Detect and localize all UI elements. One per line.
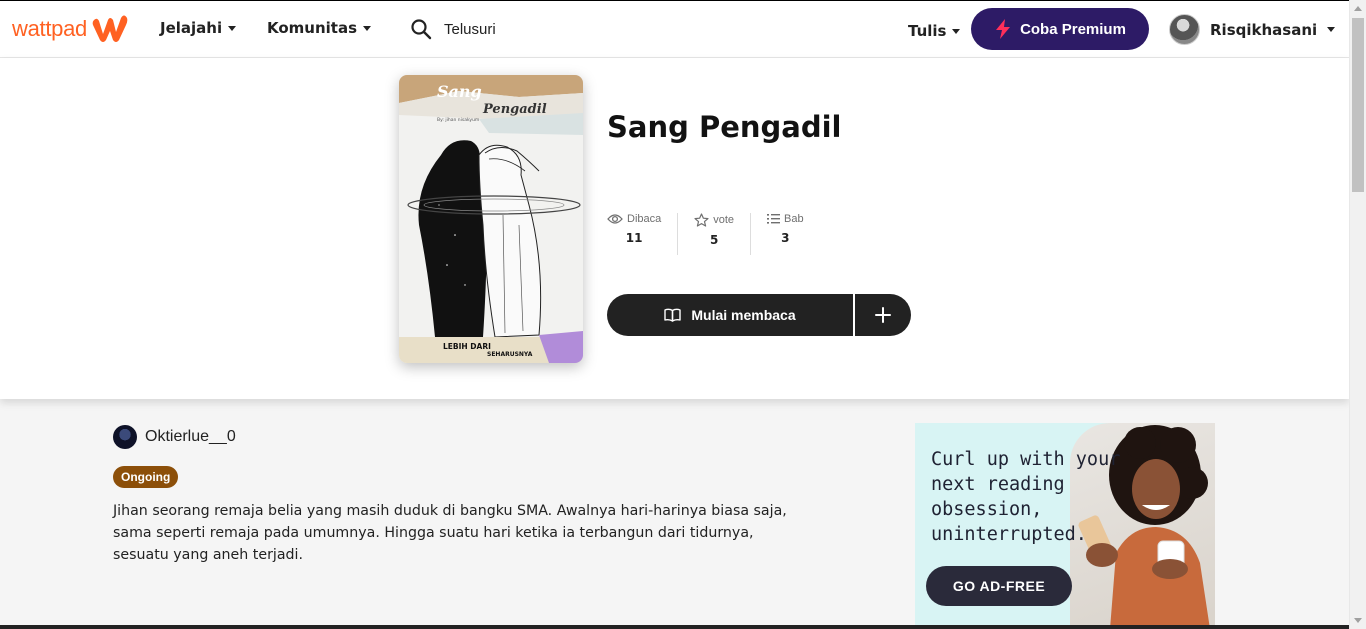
scroll-down-arrow-icon[interactable]	[1354, 618, 1362, 623]
stat-reads-label: Dibaca	[627, 213, 662, 225]
username: Risqikhasani	[1210, 20, 1318, 39]
cover-bottom-2: SEHARUSNYA	[487, 351, 533, 358]
stat-votes-label: vote	[713, 214, 735, 226]
user-avatar	[1169, 14, 1200, 45]
page-bottom-edge	[0, 625, 1349, 629]
brand-wordmark: wattpad	[12, 16, 87, 41]
author-avatar	[113, 425, 137, 449]
star-icon	[694, 213, 709, 227]
start-reading-label: Mulai membaca	[691, 307, 796, 323]
nav-write-label: Tulis	[908, 22, 947, 40]
wattpad-logo[interactable]: wattpad	[12, 14, 129, 44]
plus-icon	[875, 307, 891, 323]
stat-parts: Bab 3	[751, 213, 820, 255]
cover-byline: By: jihan nisakyum	[437, 117, 479, 123]
scroll-thumb[interactable]	[1352, 18, 1364, 192]
status-badge: Ongoing	[113, 466, 179, 488]
story-description: Jihan seorang remaja belia yang masih du…	[113, 503, 787, 563]
book-open-icon	[664, 308, 682, 322]
search-placeholder: Telusuri	[444, 20, 496, 38]
stat-reads: Dibaca 11	[607, 213, 679, 255]
story-header: Sang Pengadil By: jihan nisakyum LEBIH D…	[0, 58, 1349, 399]
story-author[interactable]: Oktierlue__0	[113, 425, 236, 449]
start-reading-button[interactable]: Mulai membaca	[607, 294, 853, 336]
user-menu[interactable]: Risqikhasani	[1169, 14, 1336, 45]
add-to-library-button[interactable]	[855, 294, 911, 336]
nav-community[interactable]: Komunitas	[267, 19, 372, 37]
lightning-icon	[996, 19, 1011, 39]
list-icon	[767, 214, 781, 224]
nav-explore-label: Jelajahi	[160, 19, 223, 37]
try-premium-button[interactable]: Coba Premium	[971, 8, 1149, 50]
story-cover[interactable]: Sang Pengadil By: jihan nisakyum LEBIH D…	[399, 75, 583, 363]
stat-parts-label: Bab	[784, 213, 804, 225]
nav-explore[interactable]: Jelajahi	[160, 19, 237, 37]
story-title: Sang Pengadil	[607, 110, 842, 144]
caret-down-icon	[228, 25, 237, 31]
stat-reads-value: 11	[625, 231, 643, 245]
caret-down-icon	[363, 25, 372, 31]
ad-banner[interactable]: Curl up with your next reading obsession…	[915, 423, 1215, 629]
cover-title-2: Pengadil	[482, 102, 547, 117]
search-icon	[411, 19, 432, 40]
scroll-up-arrow-icon[interactable]	[1354, 6, 1362, 11]
eye-icon	[607, 214, 623, 224]
ad-headline: Curl up with your next reading obsession…	[931, 449, 1121, 545]
caret-down-icon	[1327, 27, 1336, 32]
vertical-scrollbar[interactable]	[1349, 0, 1366, 629]
cover-artwork: Sang Pengadil By: jihan nisakyum LEBIH D…	[399, 75, 583, 363]
go-ad-free-button[interactable]: GO AD-FREE	[926, 566, 1072, 606]
wattpad-w-icon	[92, 15, 128, 42]
nav-write[interactable]: Tulis	[908, 22, 961, 40]
caret-down-icon	[952, 28, 961, 34]
cover-bottom-1: LEBIH DARI	[443, 342, 491, 351]
nav-community-label: Komunitas	[267, 19, 358, 37]
story-stats: Dibaca 11 vote 5 Bab 3	[607, 213, 820, 255]
stat-parts-value: 3	[781, 231, 790, 245]
search-input[interactable]: Telusuri	[410, 18, 496, 40]
stat-votes-value: 5	[709, 233, 719, 247]
try-premium-label: Coba Premium	[1020, 20, 1126, 38]
top-navbar: wattpad Jelajahi Komunitas Telusuri Tuli…	[0, 0, 1349, 58]
stat-votes: vote 5	[678, 213, 752, 255]
cover-title-1: Sang	[437, 82, 482, 101]
author-name: Oktierlue__0	[145, 428, 236, 445]
